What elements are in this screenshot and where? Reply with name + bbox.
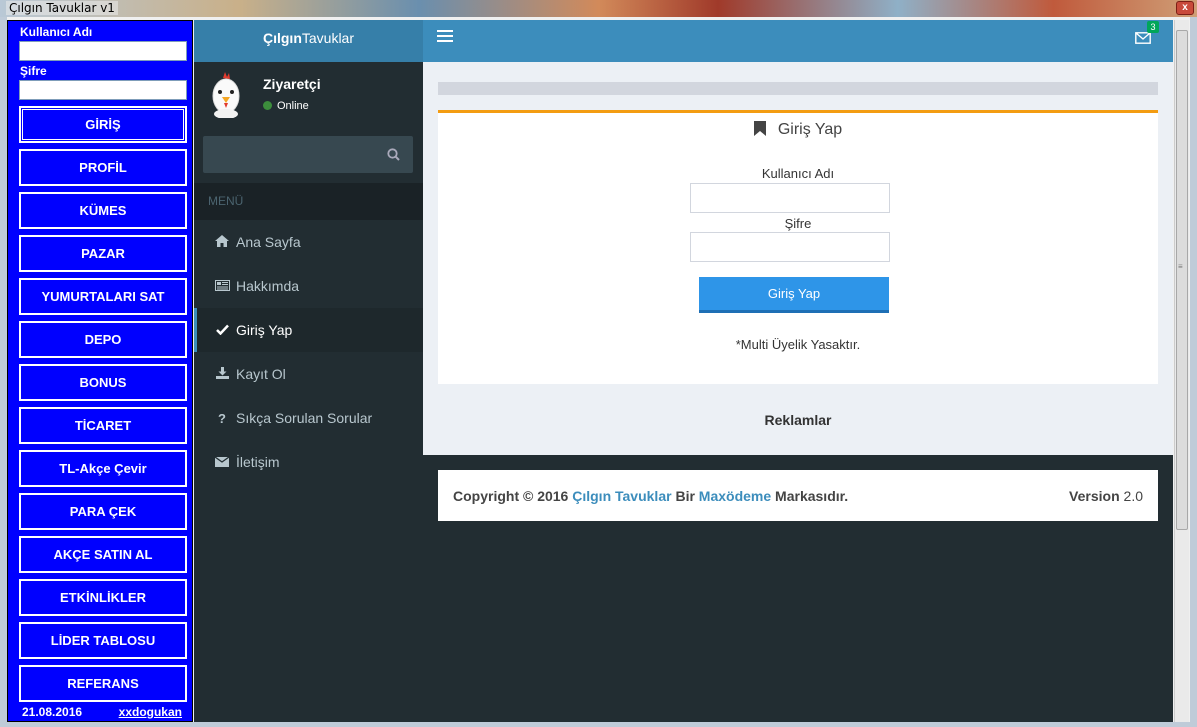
panel-sell-eggs-button[interactable]: YUMURTALARI SAT xyxy=(19,278,187,315)
scrollbar-grip-icon: ≡ xyxy=(1178,262,1183,271)
mail-icon[interactable] xyxy=(1135,32,1151,44)
panel-author-link[interactable]: xxdogukan xyxy=(119,705,182,719)
window-bottom-border xyxy=(0,722,1197,727)
sidebar-search-input[interactable] xyxy=(203,136,373,173)
panel-login-button[interactable]: GİRİŞ xyxy=(19,106,187,143)
sidebar-item-label: İletişim xyxy=(236,454,280,470)
footer-suffix-text: Markasıdır. xyxy=(775,488,849,504)
online-status-text: Online xyxy=(277,100,309,112)
window-right-border xyxy=(1190,17,1197,727)
panel-password-input[interactable] xyxy=(19,80,187,100)
sidebar-item-label: Giriş Yap xyxy=(236,322,293,338)
menu-header: MENÜ xyxy=(194,183,423,220)
version-label: Version xyxy=(1069,488,1120,504)
login-submit-button[interactable]: Giriş Yap xyxy=(699,277,889,313)
content-header-bar xyxy=(438,82,1158,95)
bookmark-icon xyxy=(753,121,766,136)
embedded-browser: ÇılgınTavuklar Ziyaretçi Online MENÜ Ana… xyxy=(194,20,1173,722)
footer-copyright: Copyright © 2016 Çılgın Tavuklar Bir Max… xyxy=(453,488,848,504)
sidebar-item-about[interactable]: Hakkımda xyxy=(194,264,423,308)
search-icon xyxy=(386,148,400,161)
check-icon xyxy=(214,309,230,353)
logo-rest: Tavuklar xyxy=(301,30,355,46)
panel-password-label: Şifre xyxy=(20,64,47,78)
login-username-label: Kullanıcı Adı xyxy=(761,166,835,181)
sidebar-item-register[interactable]: Kayıt Ol xyxy=(194,352,423,396)
panel-leaderboard-button[interactable]: LİDER TABLOSU xyxy=(19,622,187,659)
left-control-panel: Kullanıcı Adı Şifre GİRİŞ PROFİL KÜMES P… xyxy=(7,20,193,722)
login-title-text: Giriş Yap xyxy=(777,121,843,138)
footer-bir-text: Bir xyxy=(675,488,695,504)
panel-profile-button[interactable]: PROFİL xyxy=(19,149,187,186)
footer-brand-link[interactable]: Çılgın Tavuklar xyxy=(572,488,671,504)
window-close-button[interactable]: x xyxy=(1176,1,1194,15)
login-password-input[interactable] xyxy=(690,232,890,262)
sidebar-item-login[interactable]: Giriş Yap xyxy=(194,308,423,352)
online-status: Online xyxy=(263,100,309,112)
user-panel: Ziyaretçi Online xyxy=(194,62,423,136)
panel-market-button[interactable]: PAZAR xyxy=(19,235,187,272)
ads-heading: Reklamlar xyxy=(764,412,832,428)
panel-bonus-button[interactable]: BONUS xyxy=(19,364,187,401)
sidebar-item-label: Sıkça Sorulan Sorular xyxy=(236,410,373,426)
top-navbar: 3 xyxy=(423,20,1173,62)
envelope-icon xyxy=(214,441,230,485)
download-icon xyxy=(214,353,230,397)
site-footer: Copyright © 2016 Çılgın Tavuklar Bir Max… xyxy=(438,470,1158,521)
panel-trade-button[interactable]: TİCARET xyxy=(19,407,187,444)
online-dot-icon xyxy=(263,101,272,110)
panel-buy-akce-button[interactable]: AKÇE SATIN AL xyxy=(19,536,187,573)
vertical-scrollbar[interactable]: ≡ xyxy=(1174,20,1189,722)
panel-username-label: Kullanıcı Adı xyxy=(20,25,93,39)
sidebar-toggle-icon[interactable] xyxy=(437,30,453,44)
panel-referral-button[interactable]: REFERANS xyxy=(19,665,187,702)
main-content: Giriş Yap Kullanıcı Adı Şifre Giriş Yap … xyxy=(423,62,1173,455)
sidebar-item-home[interactable]: Ana Sayfa xyxy=(194,220,423,264)
login-box-title: Giriş Yap xyxy=(438,121,1158,139)
question-icon: ? xyxy=(218,411,226,426)
sidebar-search-button[interactable] xyxy=(373,136,413,173)
sidebar-search xyxy=(203,136,413,173)
copyright-text: Copyright © 2016 xyxy=(453,488,569,504)
chicken-avatar-icon xyxy=(212,72,240,118)
logo-bold: Çılgın xyxy=(262,30,302,46)
window-titlebar: Çılgın Tavuklar v1 x xyxy=(0,0,1197,17)
login-username-input[interactable] xyxy=(690,183,890,213)
user-name: Ziyaretçi xyxy=(263,76,321,92)
window-left-border xyxy=(0,17,7,727)
login-password-label: Şifre xyxy=(784,216,812,231)
panel-depot-button[interactable]: DEPO xyxy=(19,321,187,358)
panel-date: 21.08.2016 xyxy=(22,705,83,719)
sidebar-item-label: Hakkımda xyxy=(236,278,300,294)
panel-withdraw-button[interactable]: PARA ÇEK xyxy=(19,493,187,530)
sidebar-item-contact[interactable]: İletişim xyxy=(194,440,423,484)
home-icon xyxy=(214,221,230,265)
scrollbar-thumb[interactable] xyxy=(1176,30,1188,530)
login-box: Giriş Yap Kullanıcı Adı Şifre Giriş Yap … xyxy=(438,110,1158,384)
newspaper-icon xyxy=(214,265,230,309)
multi-account-note: *Multi Üyelik Yasaktır. xyxy=(735,337,861,352)
mail-count-badge: 3 xyxy=(1147,21,1159,33)
version-value: 2.0 xyxy=(1123,488,1143,504)
panel-username-input[interactable] xyxy=(19,41,187,61)
panel-events-button[interactable]: ETKİNLİKLER xyxy=(19,579,187,616)
footer-version: Version 2.0 xyxy=(1069,488,1143,504)
sidebar-item-faq[interactable]: ? Sıkça Sorulan Sorular xyxy=(194,396,423,440)
panel-convert-button[interactable]: TL-Akçe Çevir xyxy=(19,450,187,487)
footer-company-link[interactable]: Maxödeme xyxy=(699,488,771,504)
window-title: Çılgın Tavuklar v1 xyxy=(6,1,118,15)
sidebar-item-label: Kayıt Ol xyxy=(236,366,286,382)
site-logo[interactable]: ÇılgınTavuklar xyxy=(194,20,423,62)
sidebar-item-label: Ana Sayfa xyxy=(236,234,301,250)
panel-coop-button[interactable]: KÜMES xyxy=(19,192,187,229)
